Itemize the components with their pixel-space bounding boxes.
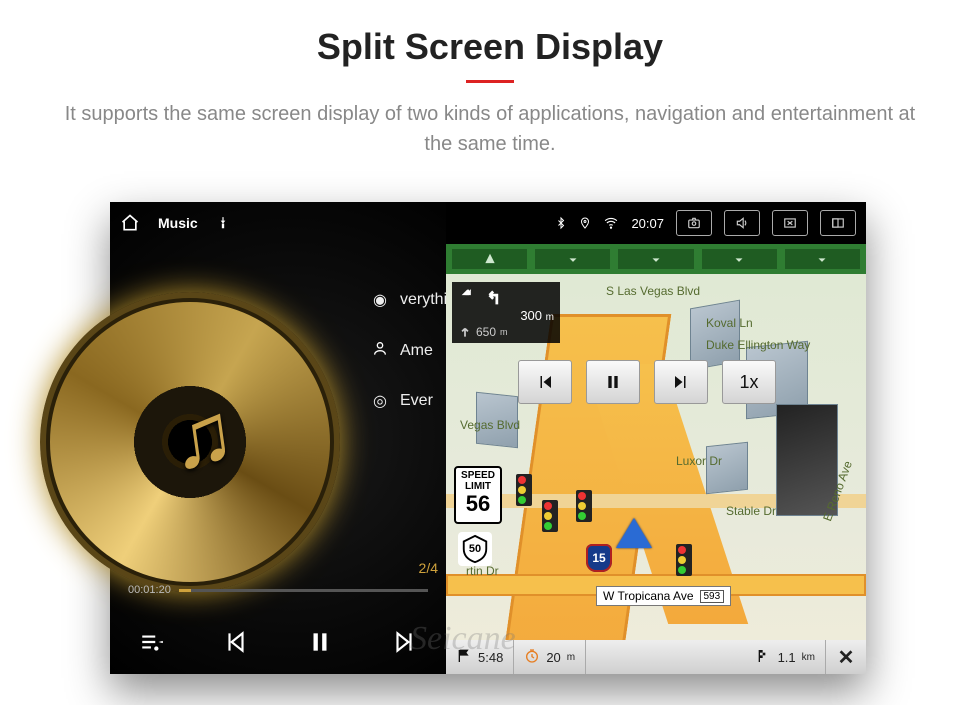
progress-track[interactable] — [179, 589, 428, 592]
status-time: 20:07 — [631, 216, 664, 231]
nav-turn-instruction: 300 m 650 m — [452, 282, 560, 343]
traffic-light-icon — [676, 544, 692, 576]
speed-limit-value: 56 — [456, 492, 500, 516]
wifi-icon — [603, 216, 619, 230]
street-sign-number: 593 — [700, 590, 725, 603]
speed-limit-label: SPEED LIMIT — [456, 470, 500, 492]
distance-unit: km — [802, 652, 815, 663]
distance-remaining-segment[interactable]: 1.1 km — [746, 640, 826, 674]
map-top-tabs — [446, 244, 866, 274]
turn-distance: 300 — [520, 308, 542, 323]
home-icon[interactable] — [120, 213, 140, 233]
track-title: Ever — [400, 392, 433, 410]
split-view-button[interactable] — [820, 210, 856, 236]
track-list: ◉ verythin Ame ◎ Ever — [370, 290, 456, 411]
eta-value: 5:48 — [478, 650, 503, 665]
traffic-light-icon — [576, 490, 592, 522]
prev-button[interactable] — [223, 629, 249, 662]
eta-segment[interactable]: 5:48 — [446, 640, 514, 674]
location-icon — [579, 215, 591, 231]
status-bar: 20:07 — [446, 202, 866, 244]
track-title: Ame — [400, 342, 433, 360]
clock-icon — [524, 648, 540, 667]
person-icon — [370, 340, 390, 361]
turn-secondary-unit: m — [500, 327, 508, 337]
map-tab[interactable] — [702, 249, 777, 269]
music-note-icon: ♫ — [163, 383, 241, 490]
page-subtitle: It supports the same screen display of t… — [60, 99, 920, 159]
map-bottom-bar: 5:48 20 m 1.1 km ✕ — [446, 640, 866, 674]
traffic-light-icon — [542, 500, 558, 532]
progress-bar[interactable]: 00:01:20 — [128, 580, 428, 600]
map-media-controls: 1x — [518, 360, 776, 404]
pause-button[interactable] — [307, 629, 333, 662]
map-tab[interactable] — [535, 249, 610, 269]
vehicle-cursor — [616, 518, 652, 548]
media-next-button[interactable] — [654, 360, 708, 404]
music-controls — [110, 629, 446, 662]
interstate-shield: 15 — [586, 544, 612, 572]
media-speed-button[interactable]: 1x — [722, 360, 776, 404]
media-prev-button[interactable] — [518, 360, 572, 404]
disc-icon: ◉ — [370, 290, 390, 310]
map-tab[interactable] — [618, 249, 693, 269]
time-remaining-segment[interactable]: 20 m — [514, 640, 586, 674]
building — [706, 442, 748, 494]
music-header-label: Music — [158, 215, 198, 231]
map-panel[interactable]: S Las Vegas Blvd Koval Ln Duke Ellington… — [446, 244, 866, 674]
track-row[interactable]: Ame — [370, 340, 456, 361]
elapsed-time: 00:01:20 — [128, 584, 171, 596]
street-label: Koval Ln — [706, 316, 753, 330]
time-remaining-unit: m — [567, 652, 575, 663]
route-shield: 50 — [458, 532, 492, 566]
street-label: Stable Dr — [726, 504, 776, 518]
next-button[interactable] — [391, 629, 417, 662]
music-panel: Music ♫ ◉ verythin Ame ◎ Ever — [110, 202, 446, 674]
track-row[interactable]: ◎ Ever — [370, 391, 456, 411]
flag-icon — [456, 648, 472, 667]
bluetooth-icon — [555, 215, 567, 231]
turn-secondary-distance: 650 — [476, 325, 496, 339]
target-icon: ◎ — [370, 391, 390, 411]
time-remaining-value: 20 — [546, 650, 560, 665]
title-underline — [466, 80, 514, 83]
turn-distance-unit: m — [546, 312, 554, 323]
media-pause-button[interactable] — [586, 360, 640, 404]
speed-limit-sign: SPEED LIMIT 56 — [454, 466, 502, 524]
page-title: Split Screen Display — [0, 26, 980, 68]
map-tab[interactable] — [785, 249, 860, 269]
destination-flag-icon — [756, 648, 772, 667]
playlist-button[interactable] — [139, 629, 165, 662]
map-tab[interactable] — [452, 249, 527, 269]
street-label: S Las Vegas Blvd — [606, 284, 700, 298]
screenshot-button[interactable] — [676, 210, 712, 236]
music-topbar: Music — [110, 202, 446, 244]
street-label: Duke Ellington Way — [706, 338, 810, 352]
usb-icon — [216, 214, 230, 232]
traffic-light-icon — [516, 474, 532, 506]
route-number: 50 — [469, 543, 481, 555]
track-row[interactable]: ◉ verythin — [370, 290, 456, 310]
distance-value: 1.1 — [778, 650, 796, 665]
street-label: Luxor Dr — [676, 454, 722, 468]
close-window-button[interactable] — [772, 210, 808, 236]
street-sign: W Tropicana Ave 593 — [596, 586, 731, 606]
media-speed-label: 1x — [739, 372, 758, 393]
device-screen: Music ♫ ◉ verythin Ame ◎ Ever — [110, 202, 866, 674]
street-label: rtin Dr — [466, 564, 499, 578]
close-nav-button[interactable]: ✕ — [826, 645, 866, 670]
street-sign-name: W Tropicana Ave — [603, 589, 694, 603]
track-counter: 2/4 — [419, 560, 438, 576]
street-label: Vegas Blvd — [460, 418, 520, 432]
volume-button[interactable] — [724, 210, 760, 236]
